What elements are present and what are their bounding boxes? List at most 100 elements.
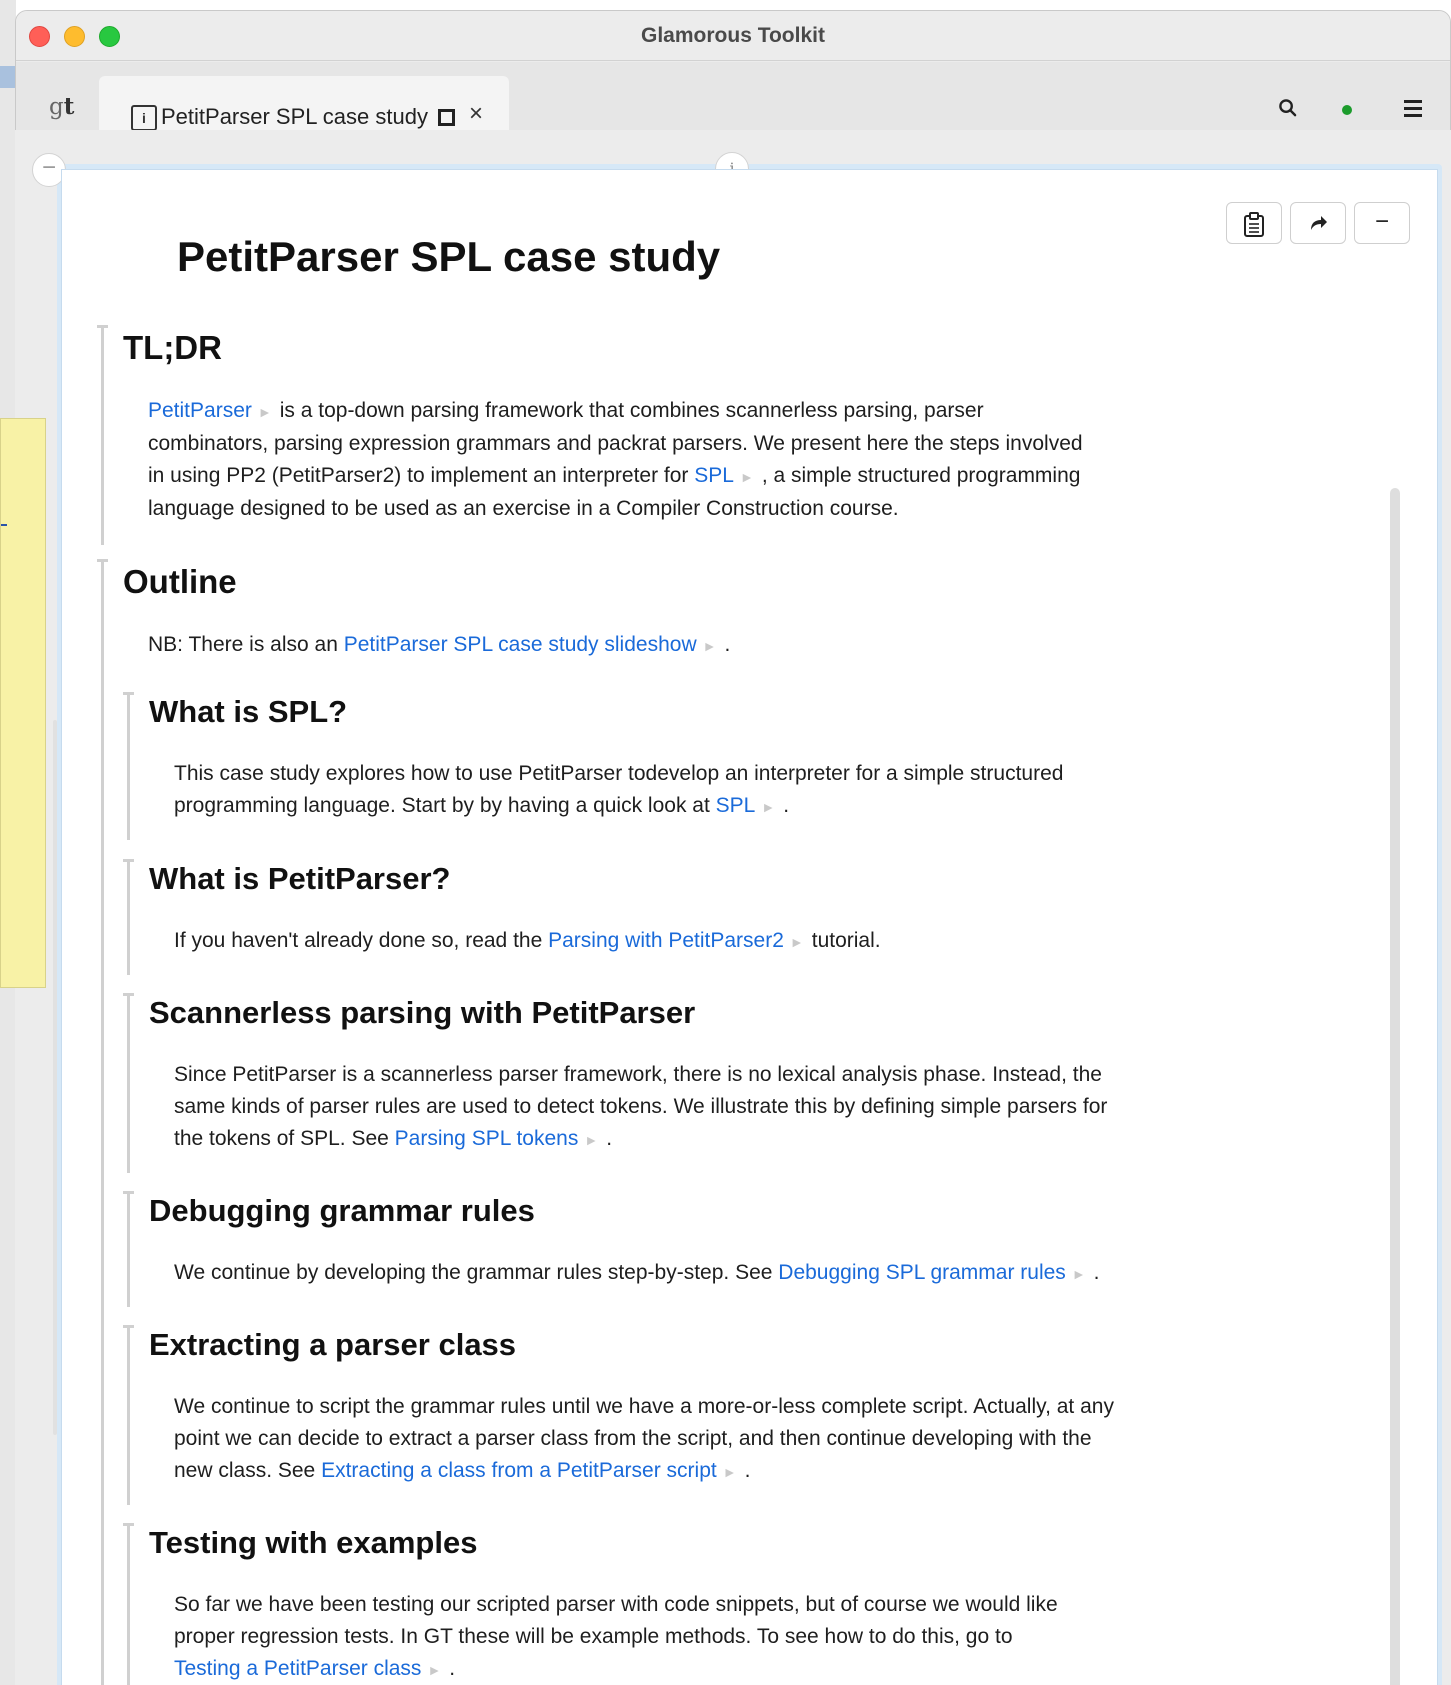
section-heading: What is SPL? bbox=[149, 694, 348, 729]
section-bar-tick bbox=[123, 993, 134, 996]
close-tab-icon[interactable]: × bbox=[469, 100, 483, 128]
text: . bbox=[606, 1127, 613, 1150]
text: . bbox=[1093, 1261, 1100, 1284]
document-pane: PetitParser SPL case study TL;DR PetitPa… bbox=[61, 169, 1438, 1685]
section-heading: TL;DR bbox=[123, 329, 222, 366]
expand-arrow-icon[interactable]: ► bbox=[790, 934, 804, 950]
text: If you haven't already done so, read the bbox=[174, 929, 543, 952]
maximize-tab-icon[interactable] bbox=[438, 109, 455, 126]
document-body: TL;DR PetitParser ► is a top-down parsing … bbox=[62, 170, 1437, 1685]
text: point we can decide to extract a parser … bbox=[174, 1427, 1092, 1450]
section-paragraph: We continue by developing the grammar ru… bbox=[174, 1257, 1274, 1290]
section-bar-tick bbox=[123, 1523, 134, 1526]
link-petitparser[interactable]: PetitParser bbox=[148, 399, 252, 422]
text: in using PP2 (PetitParser2) to implement… bbox=[148, 464, 689, 487]
window-title: Glamorous Toolkit bbox=[641, 24, 825, 47]
link-testing-petitparser-class[interactable]: Testing a PetitParser class bbox=[174, 1657, 421, 1680]
section-heading: Debugging grammar rules bbox=[149, 1193, 535, 1228]
section-paragraph: PetitParser ► is a top-down parsing framew… bbox=[148, 395, 1268, 525]
share-button[interactable] bbox=[1290, 202, 1346, 244]
background-window-edge bbox=[0, 66, 16, 88]
section-bar-tick bbox=[123, 1191, 134, 1194]
text: . bbox=[783, 794, 790, 817]
section-bar bbox=[127, 859, 130, 975]
share-arrow-icon bbox=[1311, 216, 1327, 230]
workspace-canvas: − i PetitParser SPL case study TL;DR Pet… bbox=[0, 130, 1451, 1685]
text: . bbox=[744, 1459, 751, 1482]
title-bar: Glamorous Toolkit bbox=[16, 11, 1450, 61]
section-bar-tick bbox=[97, 325, 108, 328]
expand-arrow-icon[interactable]: ► bbox=[740, 469, 754, 485]
section-bar-tick bbox=[123, 859, 134, 862]
text: language designed to be used as an exerc… bbox=[148, 497, 899, 520]
section-heading: Extracting a parser class bbox=[149, 1327, 517, 1362]
section-paragraph: If you haven't already done so, read the… bbox=[174, 925, 1274, 958]
link-spl[interactable]: SPL bbox=[694, 464, 734, 487]
tab-label: PetitParser SPL case study bbox=[161, 104, 428, 129]
section-paragraph: NB: There is also an PetitParser SPL cas… bbox=[148, 629, 1268, 662]
clipboard-icon bbox=[1244, 212, 1264, 237]
link-extracting-class[interactable]: Extracting a class from a PetitParser sc… bbox=[321, 1459, 717, 1482]
expand-arrow-icon[interactable]: ► bbox=[1072, 1266, 1086, 1282]
section-bar-tick bbox=[97, 559, 108, 562]
search-icon[interactable] bbox=[1278, 98, 1297, 117]
text: new class. See bbox=[174, 1459, 316, 1482]
expand-arrow-icon[interactable]: ► bbox=[427, 1662, 441, 1678]
text: proper regression tests. In GT these wil… bbox=[174, 1625, 1013, 1648]
hamburger-menu-icon[interactable] bbox=[1404, 100, 1422, 121]
link-debugging-spl-grammar-rules[interactable]: Debugging SPL grammar rules bbox=[778, 1261, 1066, 1284]
gt-tab-label-prefix: g bbox=[49, 94, 64, 120]
status-dot-icon bbox=[1342, 105, 1352, 115]
text: same kinds of parser rules are used to d… bbox=[174, 1095, 1108, 1118]
section-bar bbox=[127, 1191, 130, 1307]
section-paragraph: We continue to script the grammar rules … bbox=[174, 1391, 1294, 1488]
text: , a simple structured programming bbox=[761, 464, 1081, 487]
sticky-note-mark bbox=[1, 524, 7, 526]
section-heading: Testing with examples bbox=[149, 1525, 478, 1560]
text: . bbox=[724, 633, 731, 656]
section-bar bbox=[127, 993, 130, 1173]
expand-arrow-icon[interactable]: ► bbox=[761, 799, 775, 815]
section-bar bbox=[101, 559, 104, 1685]
gt-home-tab[interactable]: gt bbox=[49, 93, 74, 120]
text: NB: There is also an bbox=[148, 633, 338, 656]
section-bar bbox=[127, 692, 130, 840]
sticky-note[interactable] bbox=[0, 418, 46, 988]
text: Since PetitParser is a scannerless parse… bbox=[174, 1063, 1102, 1086]
section-heading: What is PetitParser? bbox=[149, 861, 451, 896]
text: the tokens of SPL. See bbox=[174, 1127, 389, 1150]
text: programming language. Start by by having… bbox=[174, 794, 710, 817]
link-slideshow[interactable]: PetitParser SPL case study slideshow bbox=[344, 633, 697, 656]
text: tutorial. bbox=[811, 929, 881, 952]
inspect-clipboard-button[interactable] bbox=[1226, 202, 1282, 244]
expand-arrow-icon[interactable]: ► bbox=[703, 638, 717, 654]
link-parsing-petitparser2[interactable]: Parsing with PetitParser2 bbox=[548, 929, 784, 952]
text: We continue by developing the grammar ru… bbox=[174, 1261, 773, 1284]
page-info-icon: i bbox=[131, 105, 157, 131]
link-spl[interactable]: SPL bbox=[716, 794, 756, 817]
minimize-pane-button[interactable]: − bbox=[1354, 202, 1410, 244]
link-parsing-spl-tokens[interactable]: Parsing SPL tokens bbox=[395, 1127, 579, 1150]
expand-arrow-icon[interactable]: ► bbox=[723, 1464, 737, 1480]
section-bar bbox=[127, 1325, 130, 1505]
section-paragraph: So far we have been testing our scripted… bbox=[174, 1589, 1274, 1685]
text: We continue to script the grammar rules … bbox=[174, 1395, 1114, 1418]
section-heading: Scannerless parsing with PetitParser bbox=[149, 995, 696, 1030]
section-paragraph: Since PetitParser is a scannerless parse… bbox=[174, 1059, 1274, 1156]
pane-resize-rail[interactable] bbox=[53, 720, 57, 1435]
section-paragraph: This case study explores how to use Peti… bbox=[174, 758, 1274, 823]
section-bar bbox=[127, 1523, 130, 1685]
text: So far we have been testing our scripted… bbox=[174, 1593, 1058, 1616]
expand-arrow-icon[interactable]: ► bbox=[584, 1132, 598, 1148]
section-heading: Outline bbox=[123, 563, 237, 600]
text: combinators, parsing expression grammars… bbox=[148, 432, 1083, 455]
section-bar-tick bbox=[123, 1325, 134, 1328]
minus-icon: − bbox=[1374, 208, 1389, 235]
section-bar-tick bbox=[123, 692, 134, 695]
expand-arrow-icon[interactable]: ► bbox=[258, 404, 272, 420]
text: . bbox=[449, 1657, 456, 1680]
text: This case study explores how to use Peti… bbox=[174, 762, 1064, 785]
text: is a top-down parsing framework that com… bbox=[279, 399, 984, 422]
gt-tab-label-suffix: t bbox=[63, 93, 75, 120]
section-bar bbox=[101, 325, 104, 545]
